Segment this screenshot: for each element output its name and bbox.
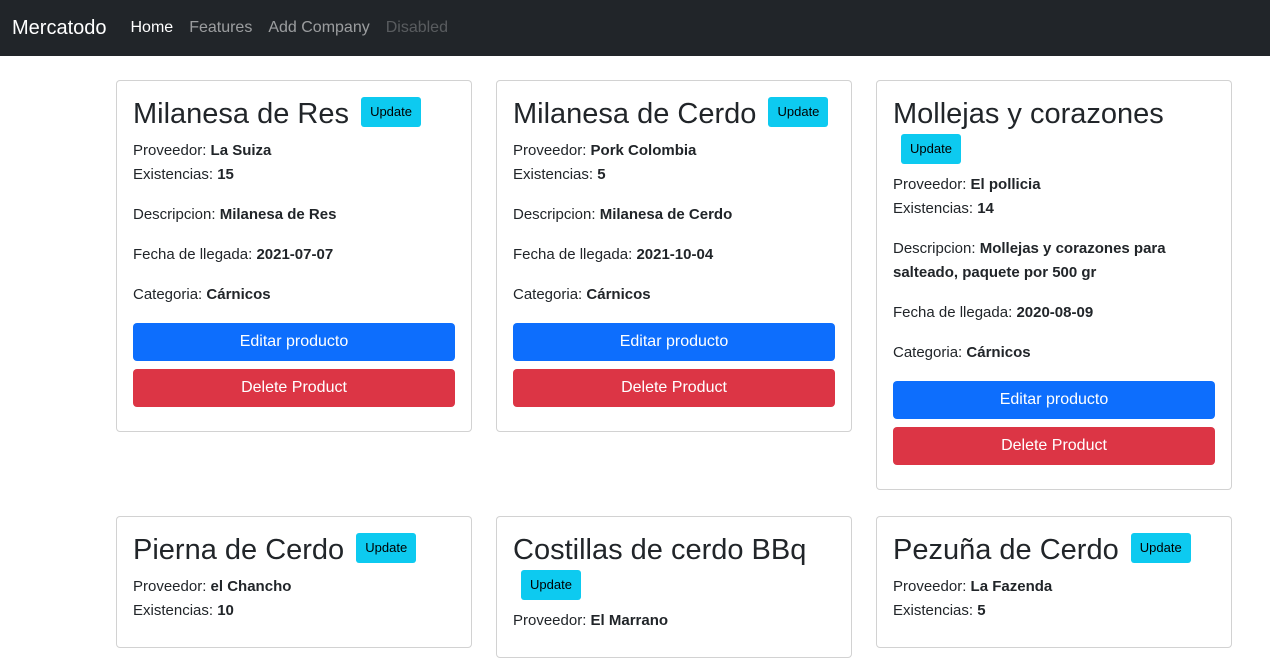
categoria-line: Categoria: Cárnicos (893, 344, 1031, 361)
product-grid: Milanesa de Res Update Proveedor: La Sui… (116, 80, 1232, 658)
top-navbar: Mercatodo Home Features Add Company Disa… (0, 0, 1270, 56)
update-button[interactable]: Update (356, 533, 417, 564)
proveedor-line: Proveedor: La Fazenda (893, 578, 1053, 595)
fecha-line: Fecha de llegada: 2021-10-04 (513, 246, 714, 263)
fecha-line: Fecha de llegada: 2021-07-07 (133, 246, 334, 263)
product-card: Costillas de cerdo BBq Update Proveedor: … (496, 516, 852, 658)
product-title: Mollejas y corazones Update (893, 97, 1215, 165)
existencias-line: Existencias: 14 (893, 200, 994, 217)
product-card: Milanesa de Res Update Proveedor: La Sui… (116, 80, 472, 432)
descripcion-line: Descripcion: Mollejas y corazones para s… (893, 240, 1166, 281)
nav-features-link[interactable]: Features (189, 19, 252, 37)
proveedor-line: Proveedor: El Marrano (513, 612, 669, 629)
delete-product-button[interactable]: Delete Product (513, 369, 835, 407)
brand-logo[interactable]: Mercatodo (12, 17, 107, 40)
proveedor-line: Proveedor: Pork Colombia (513, 142, 697, 159)
nav-links: Home Features Add Company Disabled (131, 19, 464, 37)
nav-home-link[interactable]: Home (131, 19, 174, 37)
edit-product-button[interactable]: Editar producto (513, 323, 835, 361)
product-title: Pierna de Cerdo Update (133, 533, 455, 567)
product-title: Milanesa de Res Update (133, 97, 455, 131)
delete-product-button[interactable]: Delete Product (893, 427, 1215, 465)
fecha-line: Fecha de llegada: 2020-08-09 (893, 304, 1094, 321)
nav-disabled-link: Disabled (385, 19, 448, 36)
existencias-line: Existencias: 5 (513, 166, 606, 183)
proveedor-line: Proveedor: el Chancho (133, 578, 292, 595)
existencias-line: Existencias: 5 (893, 602, 986, 619)
product-card: Pierna de Cerdo Update Proveedor: el Cha… (116, 516, 472, 648)
proveedor-line: Proveedor: El pollicia (893, 176, 1041, 193)
edit-product-button[interactable]: Editar producto (133, 323, 455, 361)
categoria-line: Categoria: Cárnicos (513, 286, 651, 303)
product-title: Costillas de cerdo BBq Update (513, 533, 835, 601)
existencias-line: Existencias: 10 (133, 602, 234, 619)
product-card: Milanesa de Cerdo Update Proveedor: Pork… (496, 80, 852, 432)
update-button[interactable]: Update (361, 97, 421, 128)
update-button[interactable]: Update (1130, 533, 1191, 564)
existencias-line: Existencias: 15 (133, 166, 234, 183)
delete-product-button[interactable]: Delete Product (133, 369, 455, 407)
product-title: Milanesa de Cerdo Update (513, 97, 835, 131)
descripcion-line: Descripcion: Milanesa de Cerdo (513, 206, 733, 223)
descripcion-line: Descripcion: Milanesa de Res (133, 206, 337, 223)
proveedor-line: Proveedor: La Suiza (133, 142, 272, 159)
update-button[interactable]: Update (768, 97, 829, 128)
update-button[interactable]: Update (521, 570, 581, 601)
edit-product-button[interactable]: Editar producto (893, 381, 1215, 419)
categoria-line: Categoria: Cárnicos (133, 286, 271, 303)
product-card: Pezuña de Cerdo Update Proveedor: La Faz… (876, 516, 1232, 648)
product-card: Mollejas y corazones Update Proveedor: El… (876, 80, 1232, 490)
product-title: Pezuña de Cerdo Update (893, 533, 1215, 567)
nav-add-company-link[interactable]: Add Company (268, 19, 369, 37)
update-button[interactable]: Update (901, 134, 961, 165)
